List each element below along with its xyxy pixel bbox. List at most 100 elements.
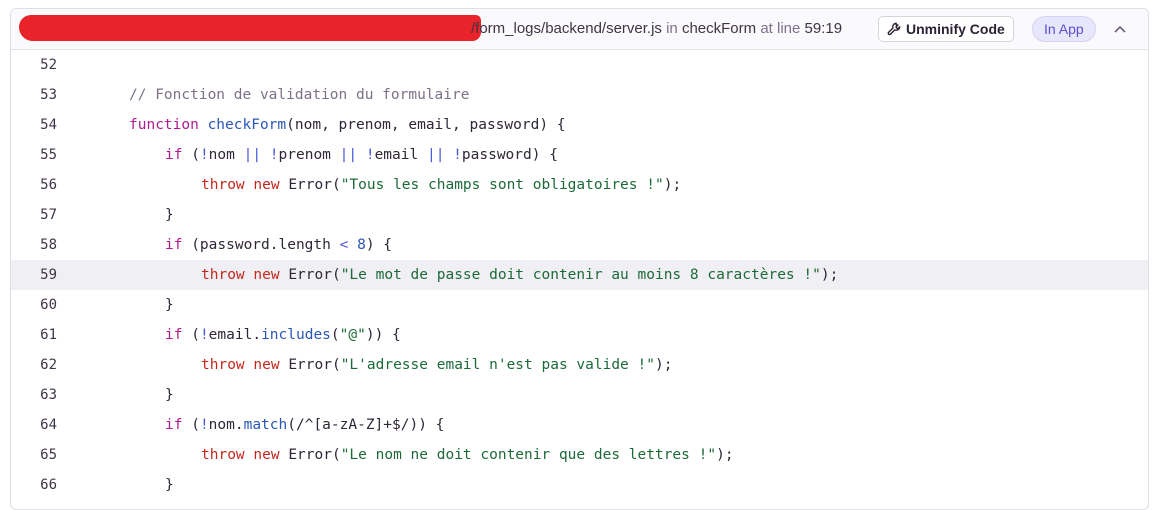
code-token: "L'adresse email n'est pas valide !" xyxy=(340,357,655,373)
code-token: throw xyxy=(201,267,245,283)
line-number: 52 xyxy=(40,57,57,73)
line-source: throw new Error("L'adresse email n'est p… xyxy=(201,357,672,373)
code-line: 52 xyxy=(11,50,1148,80)
code-token: ) { xyxy=(365,237,393,253)
code-token: "Le mot de passe doit contenir au moins … xyxy=(340,267,821,283)
unminify-label: Unminify Code xyxy=(906,21,1005,37)
collapse-button[interactable] xyxy=(1107,16,1133,42)
line-source: // Fonction de validation du formulaire xyxy=(129,87,469,103)
code-token: email. xyxy=(208,327,262,343)
line-number: 53 xyxy=(40,87,57,103)
code-token: password) { xyxy=(461,147,558,163)
line-number: 60 xyxy=(40,297,57,313)
code-token: Error( xyxy=(279,447,341,463)
code-token: nom xyxy=(208,147,244,163)
at-line-word: at line xyxy=(760,20,801,37)
code-token: if xyxy=(165,327,183,343)
in-app-label: In App xyxy=(1044,21,1084,37)
code-token: Error( xyxy=(279,177,341,193)
wrench-icon xyxy=(887,22,901,36)
code-line: 62 throw new Error("L'adresse email n'est… xyxy=(11,350,1148,380)
code-token: ! xyxy=(199,147,209,163)
code-token: ); xyxy=(654,357,673,373)
code-token: "Le nom ne doit contenir que des lettres… xyxy=(340,447,717,463)
code-token: "Tous les champs sont obligatoires !" xyxy=(340,177,664,193)
line-number: 65 xyxy=(40,447,57,463)
code-token: function xyxy=(129,117,199,133)
code-token: ( xyxy=(182,147,200,163)
code-token: new xyxy=(253,267,280,283)
code-line: 65 throw new Error("Le nom ne doit conten… xyxy=(11,440,1148,470)
code-token: match xyxy=(243,417,288,433)
chevron-up-icon xyxy=(1114,25,1126,33)
code-token: (password.length xyxy=(182,237,340,253)
code-line: 60} xyxy=(11,290,1148,320)
code-token: throw xyxy=(201,177,245,193)
line-source: } xyxy=(165,387,174,403)
code-token: ); xyxy=(820,267,839,283)
in-app-badge: In App xyxy=(1032,16,1096,42)
code-line: 53 // Fonction de validation du formulair… xyxy=(11,80,1148,110)
code-token: prenom xyxy=(278,147,340,163)
line-source: if (!email.includes("@")) { xyxy=(165,327,401,343)
code-token: includes xyxy=(261,327,331,343)
line-source: throw new Error("Le mot de passe doit co… xyxy=(201,267,838,283)
code-token: } xyxy=(165,207,174,223)
code-token: ! xyxy=(269,147,279,163)
code-line: 59 throw new Error("Le mot de passe doit … xyxy=(11,260,1148,290)
stack-frame-panel: /form_logs/backend/server.js in checkFor… xyxy=(10,8,1149,510)
line-number: 66 xyxy=(40,477,57,493)
code-token: ! xyxy=(365,147,375,163)
code-token: if xyxy=(165,237,183,253)
code-token: ! xyxy=(453,147,462,163)
unminify-code-button[interactable]: Unminify Code xyxy=(878,16,1014,42)
code-line: 64 if (!nom.match(/^[a-zA-Z]+$/)) { xyxy=(11,410,1148,440)
code-token: nom. xyxy=(208,417,244,433)
code-token: ); xyxy=(663,177,682,193)
frame-location: /form_logs/backend/server.js in checkFor… xyxy=(471,20,842,37)
code-token: || xyxy=(243,147,262,163)
code-token: || xyxy=(339,147,358,163)
line-source: throw new Error("Le nom ne doit contenir… xyxy=(201,447,734,463)
code-token: // Fonction de validation du formulaire xyxy=(129,87,470,103)
code-token: ( xyxy=(330,327,340,343)
line-number: 56 xyxy=(40,177,57,193)
code-token: (/^[a-zA-Z]+$/)) { xyxy=(287,417,445,433)
line-number: 62 xyxy=(40,357,57,373)
line-number: 61 xyxy=(40,327,57,343)
line-source: if (password.length < 8) { xyxy=(165,237,392,253)
code-token: if xyxy=(165,417,183,433)
code-token: ! xyxy=(199,327,209,343)
code-token: ! xyxy=(199,417,209,433)
frame-header[interactable]: /form_logs/backend/server.js in checkFor… xyxy=(11,9,1148,50)
code-token: ( xyxy=(182,417,200,433)
file-path: /form_logs/backend/server.js xyxy=(471,20,662,37)
code-token: throw xyxy=(201,357,245,373)
line-source: } xyxy=(165,207,174,223)
code-token: } xyxy=(165,297,174,313)
line-number: 59 xyxy=(40,267,57,283)
code-line: 57} xyxy=(11,200,1148,230)
code-line: 58 if (password.length < 8) { xyxy=(11,230,1148,260)
line-number: 57 xyxy=(40,207,57,223)
redacted-path-prefix xyxy=(19,15,481,41)
line-source: } xyxy=(165,297,174,313)
code-line: 56 throw new Error("Tous les champs sont … xyxy=(11,170,1148,200)
line-source: function checkForm(nom, prenom, email, p… xyxy=(129,117,566,133)
line-number: 58 xyxy=(40,237,57,253)
code-token: new xyxy=(253,357,280,373)
function-name: checkForm xyxy=(681,20,757,37)
code-line: 55 if (!nom || !prenom || !email || !pass… xyxy=(11,140,1148,170)
code-token: )) { xyxy=(365,327,401,343)
code-token: || xyxy=(426,147,445,163)
code-token: ); xyxy=(716,447,734,463)
code-token: email xyxy=(374,147,427,163)
code-token: Error( xyxy=(279,267,341,283)
line-source: if (!nom.match(/^[a-zA-Z]+$/)) { xyxy=(165,417,444,433)
code-token: throw xyxy=(201,447,245,463)
